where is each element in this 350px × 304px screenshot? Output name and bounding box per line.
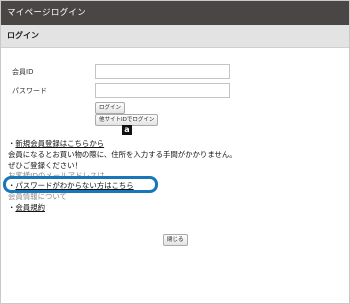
login-button[interactable]: ログイン (95, 102, 126, 114)
highlight-annotation (3, 176, 158, 193)
password-label: パスワード (12, 87, 47, 95)
register-line: ・新規会員登録はこちらから (8, 138, 104, 149)
member-id-row: 会員ID (1, 64, 349, 80)
login-window: マイページログイン ログイン 会員ID パスワード ログイン 他サイトIDでログ… (0, 0, 350, 304)
info-line-1: 会員になるとお買い物の際に、住所を入力する手間がかかりません。 (8, 150, 237, 159)
close-button[interactable]: 閉じる (163, 234, 188, 246)
password-row: パスワード (1, 83, 349, 99)
member-id-input[interactable] (95, 64, 230, 79)
password-input[interactable] (95, 83, 230, 98)
terms-link[interactable]: 会員規約 (15, 203, 45, 212)
member-id-label: 会員ID (12, 68, 34, 76)
terms-line: ・会員規約 (8, 202, 45, 213)
amazon-logo-icon[interactable]: a (122, 125, 132, 135)
register-link[interactable]: 新規会員登録はこちらから (15, 139, 104, 148)
window-title: マイページログイン (1, 1, 349, 25)
section-title: ログイン (1, 25, 349, 48)
